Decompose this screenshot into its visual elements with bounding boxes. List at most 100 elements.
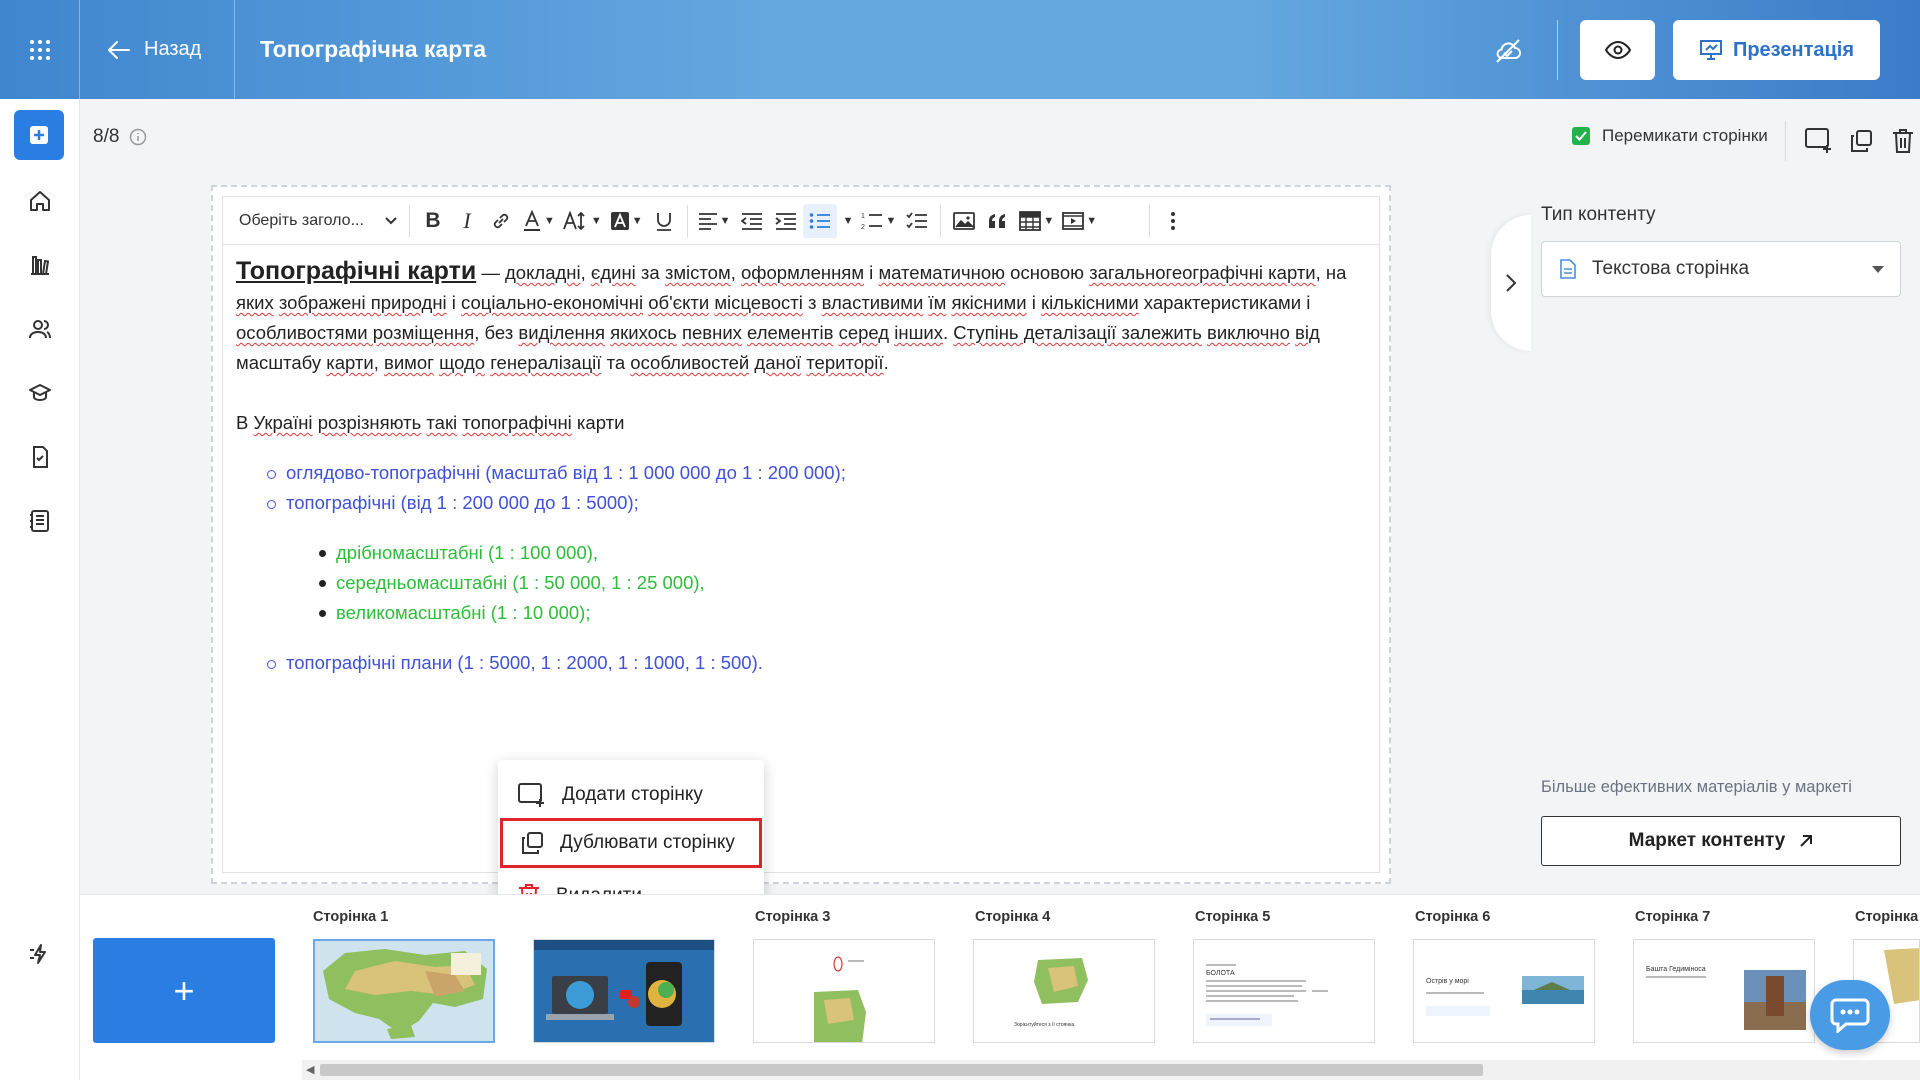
check-icon — [1575, 131, 1587, 141]
insert-table-button[interactable]: ▼ — [1015, 204, 1058, 238]
chevron-down-icon: ▼ — [1086, 214, 1098, 227]
switch-pages-toggle[interactable]: Перемикати сторінки — [1572, 126, 1768, 146]
chevron-down-icon: ▼ — [719, 214, 731, 227]
document-check-icon — [33, 446, 48, 468]
menu-item-add-page[interactable]: Додати сторінку — [498, 770, 764, 820]
misspelled-word: особливостей — [630, 352, 750, 373]
indent-button[interactable] — [769, 204, 803, 238]
svg-text:1: 1 — [861, 213, 865, 220]
create-button[interactable] — [14, 110, 64, 160]
link-icon — [493, 213, 509, 228]
content-title: Топографічні карти — [236, 257, 477, 285]
list-item: дрібномасштабні (1 : 100 000), — [236, 538, 1371, 568]
delete-page-button[interactable] — [1888, 126, 1918, 156]
duplicate-page-button[interactable] — [1846, 126, 1876, 156]
scroll-left-icon[interactable]: ◀ — [306, 1063, 314, 1076]
misspelled-word: загальногеографічні карти — [1089, 262, 1316, 283]
content-type-select[interactable]: Текстова сторінка — [1541, 241, 1901, 297]
add-page-icon — [518, 783, 544, 807]
page-thumb-2[interactable] — [533, 939, 715, 1043]
page-thumb-3[interactable] — [753, 939, 935, 1043]
market-button[interactable]: Маркет контенту — [1541, 816, 1901, 866]
more-options-button[interactable] — [1156, 204, 1190, 238]
insert-media-button[interactable]: ▼ — [1058, 204, 1101, 238]
misspelled-word: елементів — [747, 322, 834, 343]
page-thumb-7[interactable]: Башта Гедиміноса — [1633, 939, 1815, 1043]
text-run: і — [1026, 292, 1041, 313]
bold-button[interactable]: B — [416, 204, 450, 238]
highlight-button[interactable]: ▼ — [606, 204, 647, 238]
courses-nav[interactable] — [20, 373, 60, 413]
italic-button[interactable]: I — [450, 204, 484, 238]
font-size-button[interactable]: ▼ — [559, 204, 606, 238]
preview-button[interactable] — [1580, 20, 1655, 80]
outdent-button[interactable] — [735, 204, 769, 238]
collapse-panel-button[interactable] — [1491, 215, 1531, 351]
image-icon — [953, 211, 976, 230]
apps-grid-button[interactable] — [0, 0, 80, 99]
pages-scrollbar[interactable]: ◀ — [302, 1060, 1920, 1080]
page-label: Сторінка — [1855, 909, 1919, 925]
users-nav[interactable] — [20, 309, 60, 349]
highlight-icon — [610, 211, 629, 230]
checklist-icon — [906, 211, 928, 228]
heading-select[interactable]: Оберіть заголо... — [233, 204, 403, 238]
insert-image-button[interactable] — [947, 204, 981, 238]
blockquote-button[interactable] — [981, 204, 1015, 238]
text-run: з — [802, 292, 822, 313]
underline-button[interactable] — [647, 204, 681, 238]
text-run: , — [373, 352, 384, 373]
scrollbar-thumb[interactable] — [320, 1064, 1483, 1076]
flash-nav[interactable] — [20, 934, 60, 974]
align-button[interactable]: ▼ — [694, 204, 735, 238]
misspelled-word: змістом — [664, 262, 731, 283]
misspelled-word: якихось — [610, 322, 677, 343]
content-type-value: Текстова сторінка — [1592, 258, 1750, 279]
home-nav[interactable] — [20, 181, 60, 221]
back-button[interactable]: Назад — [80, 0, 235, 99]
chat-support-button[interactable] — [1810, 980, 1890, 1050]
toolbar-divider — [409, 204, 410, 237]
library-nav[interactable] — [20, 245, 60, 285]
presentation-button[interactable]: Презентація — [1673, 20, 1880, 80]
chevron-down-icon: ▼ — [1043, 214, 1055, 227]
misspelled-word: Ступінь деталізації залежить — [953, 322, 1202, 343]
misspelled-word: виключно — [1207, 322, 1290, 343]
list-item: топографічні плани (1 : 5000, 1 : 2000, … — [236, 648, 1371, 678]
journal-nav[interactable] — [20, 501, 60, 541]
page-thumb-6[interactable]: Острів у морі — [1413, 939, 1595, 1043]
info-icon[interactable] — [129, 128, 147, 146]
link-button[interactable] — [484, 204, 518, 238]
text-run: масштабу — [236, 352, 327, 373]
switch-pages-checkbox[interactable] — [1572, 127, 1590, 145]
font-color-button[interactable]: ▼ — [518, 204, 559, 238]
add-page-button[interactable] — [1804, 126, 1834, 156]
align-left-icon — [698, 212, 717, 230]
bullet-list-button[interactable] — [802, 203, 837, 238]
chevron-down-icon — [385, 216, 397, 224]
misspelled-word: єдині — [590, 262, 636, 283]
page-thumb-1[interactable] — [313, 939, 495, 1043]
editor-content[interactable]: Топографічні карти — докладні, єдині за … — [236, 257, 1371, 678]
arrow-left-icon — [108, 40, 130, 59]
numbered-list-button[interactable]: 12 ▼ — [857, 204, 900, 238]
ukraine-map-thumbnail — [315, 941, 493, 1041]
text-run: — — [476, 262, 506, 283]
checklist-button[interactable] — [900, 204, 934, 238]
misspelled-word: карти — [326, 352, 374, 373]
bullet-list-options[interactable]: ▼ — [837, 204, 858, 238]
misspelled-word: математичною — [878, 262, 1006, 283]
add-page-tile[interactable]: + — [93, 938, 275, 1043]
page-thumb-5[interactable]: БОЛОТА — [1193, 939, 1375, 1043]
intro-text: В Україні розрізняють такі топографічні … — [236, 412, 624, 433]
map-types-list: оглядово-топографічні (масштаб від 1 : 1… — [236, 458, 1371, 518]
editor-toolbar: Оберіть заголо... B I ▼ ▼ ▼ ▼ ▼ 1 2 ▼ ▼ … — [223, 197, 1379, 245]
sea-photo-thumbnail — [1426, 976, 1584, 1016]
svg-text:2: 2 — [861, 224, 865, 231]
menu-item-duplicate-page[interactable]: Дублювати сторінку — [500, 818, 762, 868]
chat-bubble-icon — [1830, 998, 1870, 1033]
tasks-nav[interactable] — [20, 437, 60, 477]
presentation-icon — [1699, 40, 1722, 60]
page-thumb-4[interactable]: Зорієнтуйтеся з її стоянка. — [973, 939, 1155, 1043]
rich-text-editor[interactable]: Оберіть заголо... B I ▼ ▼ ▼ ▼ ▼ 1 2 ▼ ▼ … — [222, 196, 1380, 873]
